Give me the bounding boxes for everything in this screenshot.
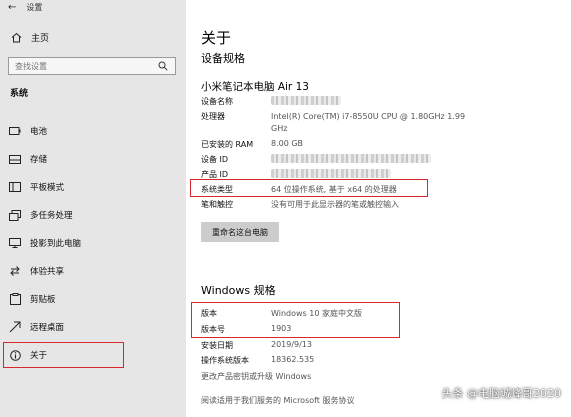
- sidebar: ← 设置 主页 系统 电池 存储 平板模式 多任: [0, 0, 186, 417]
- sidebar-item-label: 电池: [30, 127, 48, 137]
- main-content: 关于 设备规格 小米笔记本电脑 Air 13 设备名称 处理器 Intel(R)…: [186, 0, 571, 417]
- sidebar-item-battery[interactable]: 电池: [0, 121, 186, 141]
- sidebar-item-project[interactable]: 投影到此电脑: [0, 233, 186, 253]
- sidebar-item-label: 多任务处理: [30, 211, 73, 221]
- windows-spec-heading: Windows 规格: [201, 284, 276, 297]
- search-input[interactable]: [15, 61, 155, 71]
- highlight-box-about: [3, 342, 124, 368]
- home-label: 主页: [31, 34, 50, 44]
- spec-value-os-build: 18362.535: [271, 355, 315, 364]
- battery-icon: [9, 125, 21, 137]
- change-product-key-link[interactable]: 更改产品密钥或升级 Windows: [201, 371, 311, 382]
- sidebar-item-remote-desktop[interactable]: 远程桌面: [0, 317, 186, 337]
- spec-label-processor: 处理器: [201, 112, 225, 121]
- remote-desktop-icon: [9, 321, 21, 333]
- sidebar-item-label: 存储: [30, 155, 48, 165]
- device-name-heading: 小米笔记本电脑 Air 13: [201, 81, 309, 93]
- sidebar-item-storage[interactable]: 存储: [0, 149, 186, 169]
- redacted-device-id: [271, 154, 431, 163]
- shared-experiences-icon: [9, 265, 21, 277]
- sidebar-item-label: 投影到此电脑: [30, 239, 82, 249]
- highlight-box-system-type: [190, 179, 428, 197]
- spec-label-ram: 已安装的 RAM: [201, 140, 254, 149]
- home-icon: [10, 32, 22, 44]
- sidebar-item-multitasking[interactable]: 多任务处理: [0, 205, 186, 225]
- watermark: 头条 @电脑城峰哥2020: [441, 387, 562, 400]
- title-bar: ← 设置: [8, 0, 42, 14]
- sidebar-item-label: 体验共享: [30, 267, 65, 277]
- spec-value-pen-touch: 没有可用于此显示器的笔或触控输入: [271, 200, 399, 209]
- spec-label-device-id: 设备 ID: [201, 155, 229, 164]
- spec-label-pen-touch: 笔和触控: [201, 200, 233, 209]
- section-label-system: 系统: [10, 89, 29, 99]
- tablet-mode-icon: [9, 181, 21, 193]
- spec-value-ram: 8.00 GB: [271, 139, 304, 148]
- app-title: 设置: [26, 2, 43, 12]
- sidebar-item-label: 剪贴板: [30, 295, 56, 305]
- back-arrow-icon[interactable]: ←: [8, 2, 16, 13]
- page-title: 关于: [201, 29, 232, 47]
- search-box[interactable]: [8, 57, 176, 75]
- sidebar-item-clipboard[interactable]: 剪贴板: [0, 289, 186, 309]
- sidebar-item-tablet-mode[interactable]: 平板模式: [0, 177, 186, 197]
- home-nav-item[interactable]: 主页: [10, 31, 49, 44]
- rename-pc-button[interactable]: 重命名这台电脑: [201, 222, 279, 242]
- sidebar-item-label: 平板模式: [30, 183, 65, 193]
- clipboard-icon: [9, 293, 21, 305]
- highlight-box-windows-version: [191, 302, 400, 338]
- service-agreement-link[interactable]: 阅读适用于我们服务的 Microsoft 服务协议: [201, 395, 355, 406]
- sidebar-item-label: 远程桌面: [30, 323, 65, 333]
- redacted-device-name: [271, 96, 341, 105]
- spec-value-processor: Intel(R) Core(TM) i7-8550U CPU @ 1.80GHz…: [271, 112, 466, 133]
- search-icon[interactable]: [157, 60, 169, 72]
- storage-icon: [9, 153, 21, 165]
- spec-label-install-date: 安装日期: [201, 341, 233, 350]
- sidebar-item-shared-experiences[interactable]: 体验共享: [0, 261, 186, 281]
- device-spec-heading: 设备规格: [201, 52, 245, 65]
- spec-label-os-build: 操作系统版本: [201, 356, 249, 365]
- multitasking-icon: [9, 209, 21, 221]
- redacted-product-id: [271, 169, 391, 178]
- spec-label-device-name: 设备名称: [201, 97, 233, 106]
- spec-value-install-date: 2019/9/13: [271, 340, 313, 349]
- project-icon: [9, 237, 21, 249]
